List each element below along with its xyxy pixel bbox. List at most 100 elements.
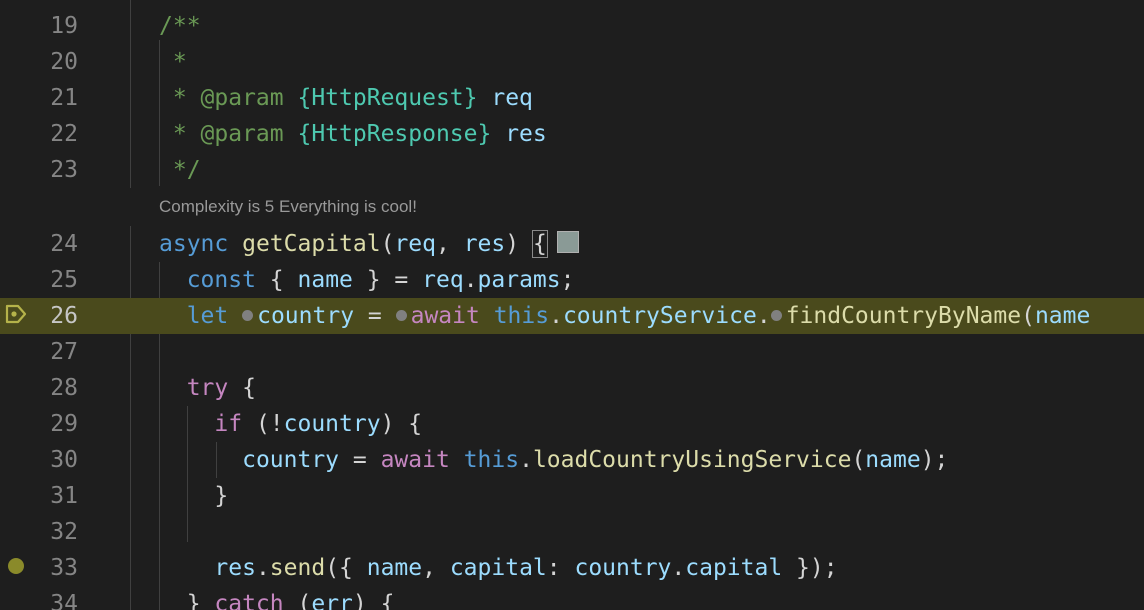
code-token: ,: [436, 231, 464, 257]
code-token: name: [865, 447, 921, 473]
line-code: */: [159, 152, 201, 188]
inline-value-dot-icon[interactable]: [770, 309, 782, 321]
code-token: .: [463, 267, 478, 293]
line-code: if (!country) {: [159, 406, 422, 442]
code-token: capital: [449, 555, 547, 581]
code-token: name: [1034, 303, 1091, 329]
code-token: .: [756, 303, 771, 329]
code-token: });: [782, 555, 838, 581]
code-token: params: [477, 267, 561, 293]
code-line[interactable]: 30 country = await this.loadCountryUsing…: [0, 442, 1144, 478]
code-line[interactable]: 27: [0, 334, 1144, 370]
line-number: 22: [50, 121, 78, 147]
code-token: @param: [200, 121, 284, 147]
code-line[interactable]: 28 try {: [0, 370, 1144, 406]
code-token: /**: [159, 13, 201, 39]
inline-value-dot-icon[interactable]: [242, 309, 254, 321]
code-token: country: [257, 303, 355, 329]
code-token: .: [519, 447, 533, 473]
line-number: 23: [50, 157, 78, 183]
code-line[interactable]: 26 let country = await this.countryServi…: [0, 298, 1144, 334]
color-swatch-icon[interactable]: [556, 231, 579, 253]
line-code: country = await this.loadCountryUsingSer…: [159, 442, 948, 478]
code-token: res: [214, 555, 256, 581]
line-code: const { name } = req.params;: [159, 262, 575, 298]
code-token: {: [228, 375, 256, 401]
code-token: await: [380, 447, 450, 473]
breakpoint-icon[interactable]: [6, 556, 26, 576]
code-line[interactable]: 32: [0, 514, 1144, 550]
line-number: 24: [50, 231, 78, 257]
line-code: * @param {HttpResponse} res: [159, 116, 547, 152]
line-code: let country = await this.countryService.…: [159, 298, 1091, 334]
line-number: 31: [50, 483, 78, 509]
code-token: =: [354, 303, 396, 329]
code-token: this: [463, 447, 520, 473]
code-line[interactable]: 22 * @param {HttpResponse} res: [0, 116, 1144, 152]
code-token: req: [422, 267, 464, 293]
code-token: {HttpResponse}: [283, 121, 492, 147]
code-token: {: [255, 267, 298, 293]
code-line[interactable]: 19 /**: [0, 8, 1144, 44]
code-token: {: [531, 230, 548, 258]
code-token: ) {: [352, 591, 395, 610]
code-token: } =: [352, 267, 423, 293]
code-token: );: [920, 447, 949, 473]
line-number: 19: [50, 13, 78, 39]
line-number: 34: [50, 591, 78, 610]
code-token: (: [380, 231, 395, 257]
code-editor[interactable]: 19/** 20 * 21 * @param {HttpRequest} req 22…: [0, 0, 1144, 610]
code-line[interactable]: 24 async getCapital(req, res) {: [0, 226, 1144, 262]
code-line[interactable]: 31 }: [0, 478, 1144, 514]
line-code: res.send({ name, capital: country.capita…: [159, 550, 838, 586]
code-token: ,: [422, 555, 450, 581]
code-line[interactable]: 21 * @param {HttpRequest} req: [0, 80, 1144, 116]
code-token: *: [159, 121, 201, 147]
code-token: async: [159, 231, 229, 257]
code-token: if: [214, 411, 243, 437]
code-token: send: [269, 555, 326, 581]
code-line[interactable]: 20 *: [0, 44, 1144, 80]
code-token: country: [242, 447, 340, 473]
code-token: (: [851, 447, 866, 473]
code-token: const: [186, 267, 256, 293]
line-number: 21: [50, 85, 78, 111]
code-token: loadCountryUsingService: [532, 447, 852, 473]
line-code: try {: [159, 370, 256, 406]
line-code: *: [159, 44, 187, 80]
complexity-code-lens[interactable]: Complexity is 5 Everything is cool!: [159, 195, 417, 219]
line-number: 20: [50, 49, 78, 75]
code-line[interactable]: 29 if (!country) {: [0, 406, 1144, 442]
code-token: .: [671, 555, 686, 581]
code-token: country: [574, 555, 672, 581]
code-token: getCapital: [242, 231, 381, 257]
code-line[interactable]: 23 */: [0, 152, 1144, 188]
code-token: await: [410, 303, 480, 329]
code-token: *: [159, 49, 187, 75]
code-token: (: [1021, 303, 1035, 329]
line-code: * @param {HttpRequest} req: [159, 80, 533, 116]
code-token: name: [366, 555, 423, 581]
line-code: } catch (err) {: [159, 586, 395, 610]
code-token: country: [283, 411, 381, 437]
code-line[interactable]: 34 } catch (err) {: [0, 586, 1144, 610]
debug-current-line-arrow-icon[interactable]: [4, 302, 28, 326]
line-number: 28: [50, 375, 78, 401]
line-number: 32: [50, 519, 78, 545]
code-token: ({: [325, 555, 367, 581]
code-token: ;: [560, 267, 575, 293]
code-token: countryService: [562, 303, 757, 329]
code-token: try: [186, 375, 229, 401]
code-token: findCountryByName: [785, 303, 1022, 329]
code-line[interactable]: 33 res.send({ name, capital: country.cap…: [0, 550, 1144, 586]
inline-value-dot-icon[interactable]: [395, 309, 407, 321]
code-line[interactable]: 25 const { name } = req.params;: [0, 262, 1144, 298]
code-token: capital: [685, 555, 783, 581]
code-token: *: [159, 85, 201, 111]
